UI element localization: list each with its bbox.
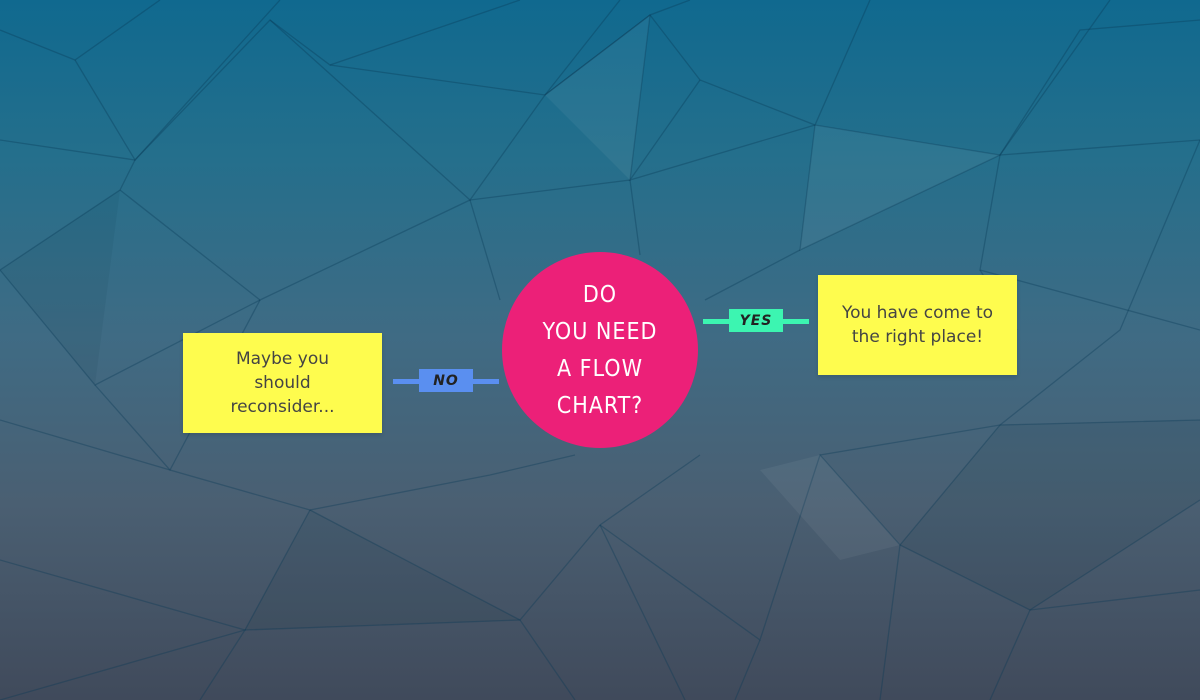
yes-answer-box: You have come to the right place! <box>818 275 1017 375</box>
diagram-canvas: Maybe you should reconsider... NO DO YOU… <box>0 0 1200 700</box>
no-label: NO <box>419 369 473 392</box>
question-circle: DO YOU NEED A FLOW CHART? <box>502 252 698 448</box>
yes-label-text: YES <box>739 312 773 329</box>
no-answer-text: Maybe you should reconsider... <box>230 349 335 417</box>
no-label-text: NO <box>433 372 459 389</box>
no-answer-box: Maybe you should reconsider... <box>183 333 382 433</box>
question-text: DO YOU NEED A FLOW CHART? <box>542 282 658 419</box>
yes-label: YES <box>729 309 783 332</box>
yes-answer-text: You have come to the right place! <box>841 303 994 347</box>
